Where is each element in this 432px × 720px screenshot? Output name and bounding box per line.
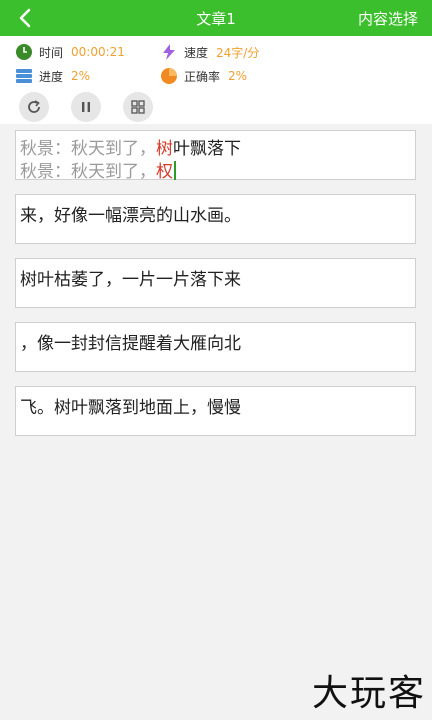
time-value: 00:00:21 (71, 45, 125, 59)
pause-icon (82, 102, 90, 112)
reference-done-text: 秋景：秋天到了， (20, 139, 156, 159)
pause-button[interactable] (71, 92, 101, 122)
progress-label: 进度 (39, 69, 64, 84)
content-select-button[interactable]: 内容选择 (358, 8, 418, 29)
text-line: 飞。树叶飘落到地面上，慢慢 (20, 398, 241, 418)
text-box-4[interactable]: ，像一封封信提醒着大雁向北 (15, 322, 416, 372)
speed-label: 速度 (184, 45, 209, 60)
accuracy-value: 2% (228, 69, 248, 83)
accuracy-label: 正确率 (184, 69, 221, 84)
accuracy-stat: 正确率 2% (160, 66, 247, 86)
typing-box-active[interactable]: 秋景：秋天到了，树叶飘落下 秋景：秋天到了，权 (15, 130, 416, 182)
stats-panel: 时间 00:00:21 速度 24字/分 进度 2% 正确率 2% (0, 36, 432, 88)
text-cursor (174, 161, 176, 180)
progress-stat: 进度 2% (15, 66, 90, 86)
reference-line: 秋景：秋天到了，树叶飘落下 (20, 134, 241, 159)
clock-icon (15, 43, 33, 61)
refresh-icon (28, 100, 40, 113)
text-box-5[interactable]: 飞。树叶飘落到地面上，慢慢 (15, 386, 416, 436)
text-line: ，像一封封信提醒着大雁向北 (20, 334, 241, 354)
text-line: 树叶枯萎了，一片一片落下来 (20, 270, 241, 290)
typed-wrong-char: 权 (156, 162, 173, 182)
time-stat: 时间 00:00:21 (15, 42, 125, 62)
keyboard-icon (131, 100, 145, 114)
text-line: 来，好像一幅漂亮的山水画。 (20, 206, 241, 226)
control-bar (0, 88, 432, 124)
stack-icon (15, 67, 33, 85)
reference-remaining-text: 叶飘落下 (173, 139, 241, 159)
text-box-2[interactable]: 来，好像一幅漂亮的山水画。 (15, 194, 416, 244)
time-label: 时间 (39, 45, 64, 60)
keyboard-button[interactable] (123, 92, 153, 122)
lightning-icon (160, 43, 178, 61)
speed-value: 24字/分 (216, 45, 260, 60)
progress-value: 2% (71, 69, 91, 83)
text-box-3[interactable]: 树叶枯萎了，一片一片落下来 (15, 258, 416, 308)
pie-chart-icon (160, 67, 178, 85)
speed-stat: 速度 24字/分 (160, 42, 259, 62)
reference-current-char: 树 (156, 139, 173, 159)
top-bar: 文章1 内容选择 (0, 0, 432, 36)
restart-button[interactable] (19, 92, 49, 122)
watermark: 大玩客 (311, 673, 426, 714)
typed-correct-text: 秋景：秋天到了， (20, 162, 156, 182)
input-line[interactable]: 秋景：秋天到了，权 (20, 157, 176, 182)
